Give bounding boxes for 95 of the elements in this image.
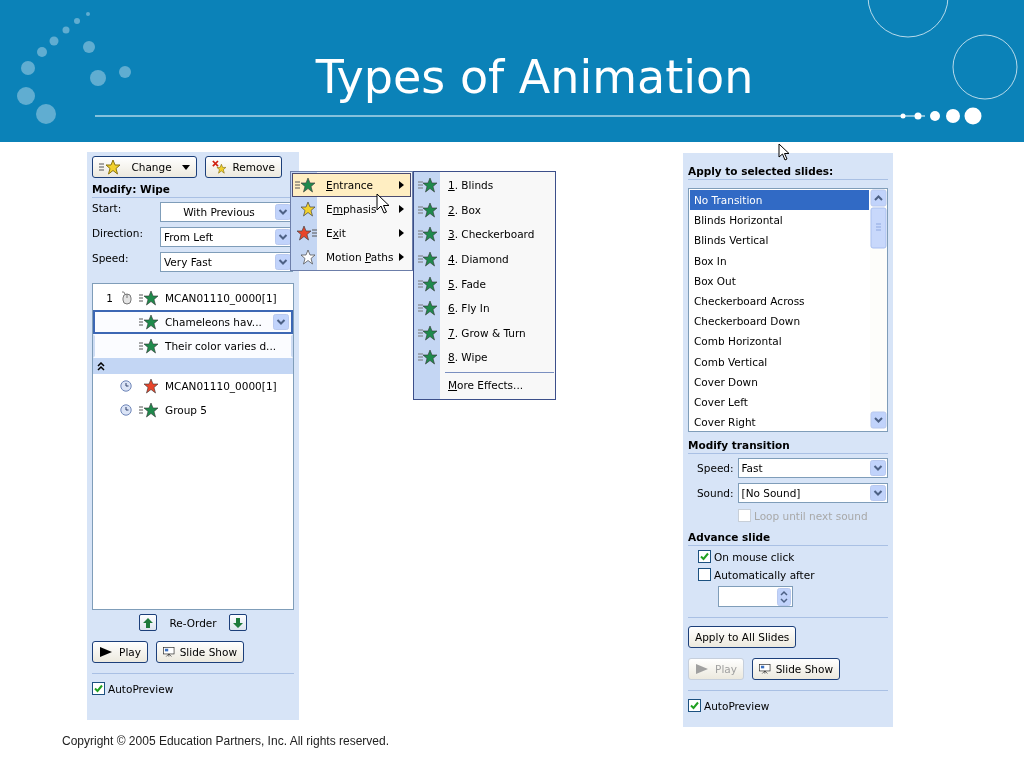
star-icon xyxy=(418,300,438,317)
copyright-notice: Copyright © 2005 Education Partners, Inc. All rights reserved. xyxy=(61,734,390,748)
checkbox-label: AutoPreview xyxy=(704,699,770,712)
star-icon xyxy=(99,159,121,175)
dropdown-field[interactable]: [No Sound] xyxy=(737,483,888,503)
checkbox[interactable] xyxy=(92,682,105,695)
play-icon xyxy=(695,663,709,675)
play-button[interactable]: Play xyxy=(92,641,148,663)
down-arrow-icon xyxy=(231,616,244,629)
list-item[interactable]: Checkerboard Down xyxy=(690,311,869,332)
submenu-arrow-icon xyxy=(399,253,404,261)
field-label: Start: xyxy=(92,202,123,214)
list-item[interactable]: No Transition xyxy=(690,190,869,211)
submenu-arrow-icon xyxy=(399,205,404,213)
menu-item[interactable]: Emphasis xyxy=(292,197,411,221)
menu-item[interactable]: 2. Box xyxy=(415,197,554,223)
checkbox-label: AutoPreview xyxy=(108,682,174,695)
dropdown-field[interactable]: Fast xyxy=(737,458,888,478)
change-button[interactable]: Change xyxy=(92,156,197,178)
checkbox[interactable] xyxy=(688,699,701,712)
dropdown-field[interactable]: Very Fast xyxy=(160,252,293,272)
field-label: Direction: xyxy=(92,227,144,239)
menu-item[interactable]: Motion Paths xyxy=(292,245,411,269)
menu-item[interactable]: 3. Checkerboard xyxy=(415,222,554,247)
dropdown-field[interactable]: With Previous xyxy=(160,202,293,222)
menu-item[interactable]: 5. Fade xyxy=(415,271,554,296)
star-icon xyxy=(295,177,317,193)
slide-show-button[interactable]: Slide Show xyxy=(156,641,244,663)
reorder-label: Re-Order xyxy=(169,616,217,629)
section-heading: Apply to selected slides: xyxy=(688,160,888,180)
menu-item[interactable]: More Effects... xyxy=(415,372,554,398)
effect-item[interactable]: Group 5 xyxy=(93,398,293,422)
section-heading: Modify transition xyxy=(688,434,888,454)
list-item[interactable]: Cover Down xyxy=(690,371,869,392)
spinner-arrows-icon xyxy=(777,587,791,606)
mouse-pointer-icon xyxy=(376,193,390,215)
menu-item[interactable]: 4. Diamond xyxy=(415,246,554,272)
checkbox-label: Loop until next sound xyxy=(754,509,868,522)
up-arrow-icon xyxy=(142,616,155,629)
menu-item[interactable]: 8. Wipe xyxy=(415,345,554,370)
star-icon xyxy=(139,402,159,418)
list-item[interactable]: Comb Vertical xyxy=(690,351,869,372)
menu-item[interactable]: Exit xyxy=(292,221,411,245)
play-icon xyxy=(99,646,113,658)
caret-icon xyxy=(182,164,190,170)
menu-item[interactable]: 7. Grow & Turn xyxy=(415,320,554,346)
star-icon xyxy=(139,290,159,306)
star-icon xyxy=(418,251,438,268)
list-item[interactable]: Box In xyxy=(690,250,869,271)
slide-title: Types of Animation xyxy=(315,49,754,106)
list-item[interactable]: Cover Right xyxy=(690,412,869,431)
submenu-arrow-icon xyxy=(399,229,404,237)
star-icon xyxy=(418,226,438,243)
effect-item[interactable]: Their color varies d... xyxy=(93,334,293,358)
remove-button[interactable]: Remove xyxy=(205,156,282,178)
projector-screen-icon xyxy=(163,644,175,660)
list-item[interactable]: Box Out xyxy=(690,270,869,291)
list-item[interactable]: Cover Left xyxy=(690,391,869,413)
mouse-pointer-icon xyxy=(778,143,790,161)
effect-item[interactable]: MCAN01110_0000[1] xyxy=(93,374,293,398)
menu-item[interactable]: 6. Fly In xyxy=(415,295,554,321)
remove-effect-icon xyxy=(212,159,228,175)
field-label: Speed: xyxy=(92,252,130,264)
submenu-arrow-icon xyxy=(399,181,404,189)
section-heading: Advance slide xyxy=(688,526,888,546)
projector-screen-icon xyxy=(759,661,771,677)
star-icon xyxy=(295,225,317,241)
star-icon xyxy=(418,349,438,366)
list-item[interactable]: Blinds Vertical xyxy=(690,230,869,251)
checkbox-label: On mouse click xyxy=(714,550,795,563)
star-icon xyxy=(139,314,159,330)
move-down-button[interactable] xyxy=(228,614,247,631)
checkbox-label: Automatically after xyxy=(714,568,815,581)
slide-show-button[interactable]: Slide Show xyxy=(752,658,840,680)
star-icon xyxy=(139,338,159,354)
menu-item[interactable]: 1. Blinds xyxy=(415,173,554,198)
list-item[interactable]: Blinds Horizontal xyxy=(690,210,869,231)
checkbox[interactable] xyxy=(698,550,711,563)
star-icon xyxy=(418,201,438,218)
apply-to-all-button[interactable]: Apply to All Slides xyxy=(688,626,797,648)
dropdown-field[interactable]: From Left xyxy=(160,227,293,247)
list-item[interactable]: Comb Horizontal xyxy=(690,331,869,352)
star-icon xyxy=(418,177,438,194)
field-label: Sound: xyxy=(695,487,734,499)
field-label: Speed: xyxy=(696,462,734,474)
effect-item[interactable]: 1 MCAN01110_0000[1] xyxy=(93,286,293,310)
list-item[interactable]: Checkerboard Across xyxy=(690,290,869,312)
star-icon xyxy=(418,324,438,341)
effect-item[interactable]: Chameleons hav... xyxy=(93,310,293,334)
move-up-button[interactable] xyxy=(139,614,158,631)
checkbox[interactable] xyxy=(698,568,711,581)
star-icon xyxy=(418,275,438,292)
seconds-spinner-field[interactable] xyxy=(718,586,793,607)
menu-item[interactable]: Entrance xyxy=(292,173,411,197)
double-chevron-up-icon xyxy=(97,361,105,371)
